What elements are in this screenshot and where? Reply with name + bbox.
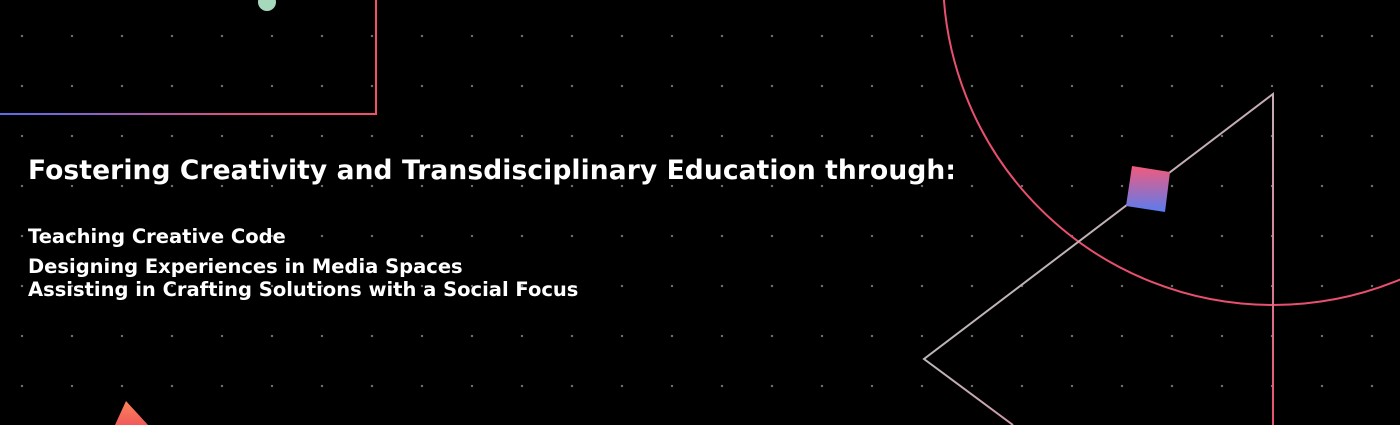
list-item: Assisting in Crafting Solutions with a S… bbox=[28, 278, 579, 301]
decorations-layer bbox=[0, 0, 1400, 425]
focus-list: Teaching Creative Code Designing Experie… bbox=[28, 225, 578, 301]
list-item: Designing Experiences in Media Spaces bbox=[28, 255, 463, 278]
hero-banner: Fostering Creativity and Transdisciplina… bbox=[0, 0, 1400, 425]
triangle-outline bbox=[922, 91, 1274, 425]
headline: Fostering Creativity and Transdisciplina… bbox=[28, 155, 957, 186]
gradient-square bbox=[1126, 166, 1170, 212]
list-item: Teaching Creative Code bbox=[28, 225, 286, 248]
orange-triangle bbox=[115, 401, 148, 425]
large-circle-outline bbox=[942, 0, 1400, 306]
green-circle bbox=[258, 0, 276, 11]
outlined-rectangle bbox=[0, 0, 377, 115]
